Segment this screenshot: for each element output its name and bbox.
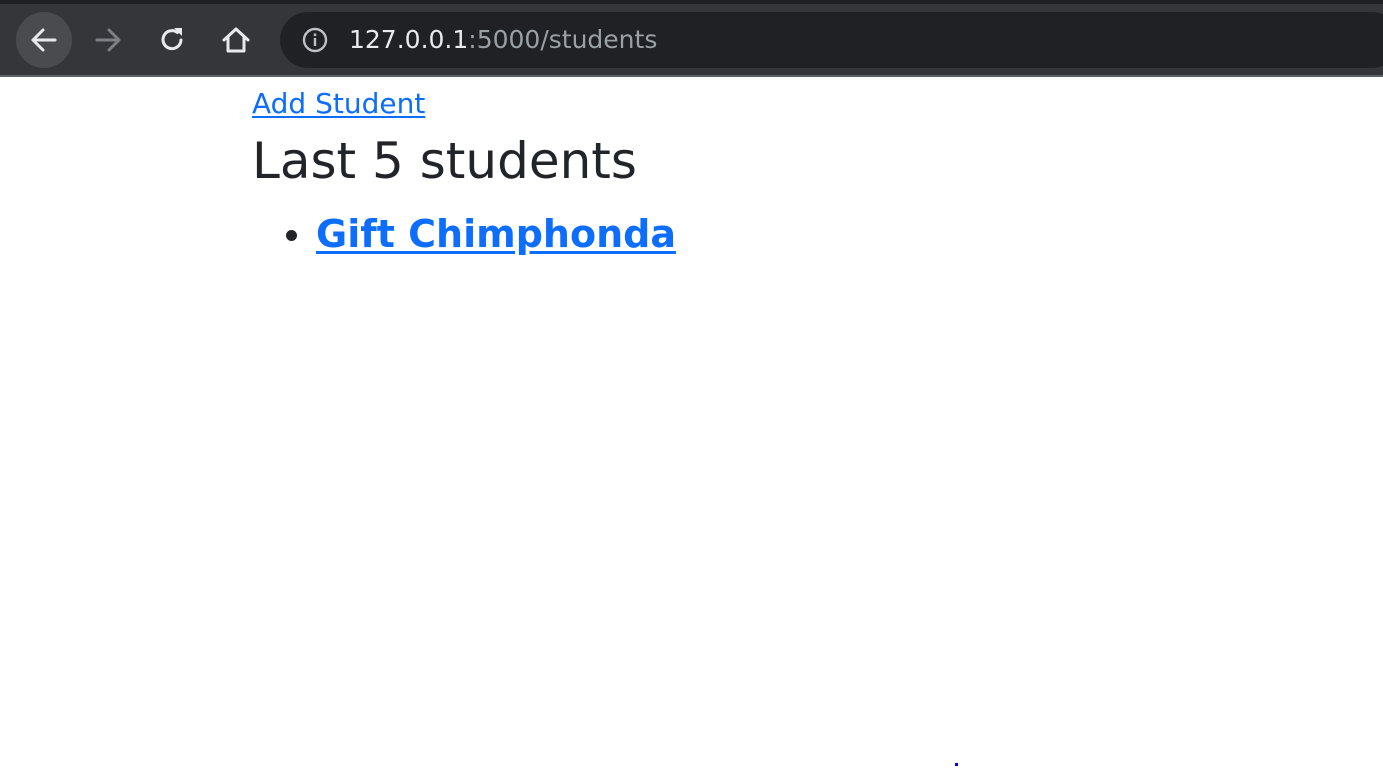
back-arrow-icon [29,25,59,55]
reload-button[interactable] [144,12,200,68]
address-bar[interactable]: 127.0.0.1:5000/students [280,12,1383,68]
toolbar-bottom-border [0,75,1383,77]
page-title: Last 5 students [252,132,637,190]
toolbar-top-border [0,0,1383,4]
browser-toolbar: 127.0.0.1:5000/students [0,0,1383,77]
reload-icon [157,25,187,55]
bullet-icon [286,230,297,241]
forward-button[interactable] [80,12,136,68]
url-host: 127.0.0.1 [349,25,469,54]
list-item: Gift Chimphonda [286,209,676,259]
student-link[interactable]: Gift Chimphonda [316,212,676,256]
student-list: Gift Chimphonda [252,209,676,259]
address-url[interactable]: 127.0.0.1:5000/students [349,23,657,57]
add-student-link[interactable]: Add Student [252,84,425,124]
home-button[interactable] [208,12,264,68]
forward-arrow-icon [93,25,123,55]
info-icon[interactable] [302,27,328,53]
home-icon [221,25,251,55]
back-button[interactable] [16,12,72,68]
stray-dot [955,763,958,766]
url-path: :5000/students [468,25,658,54]
